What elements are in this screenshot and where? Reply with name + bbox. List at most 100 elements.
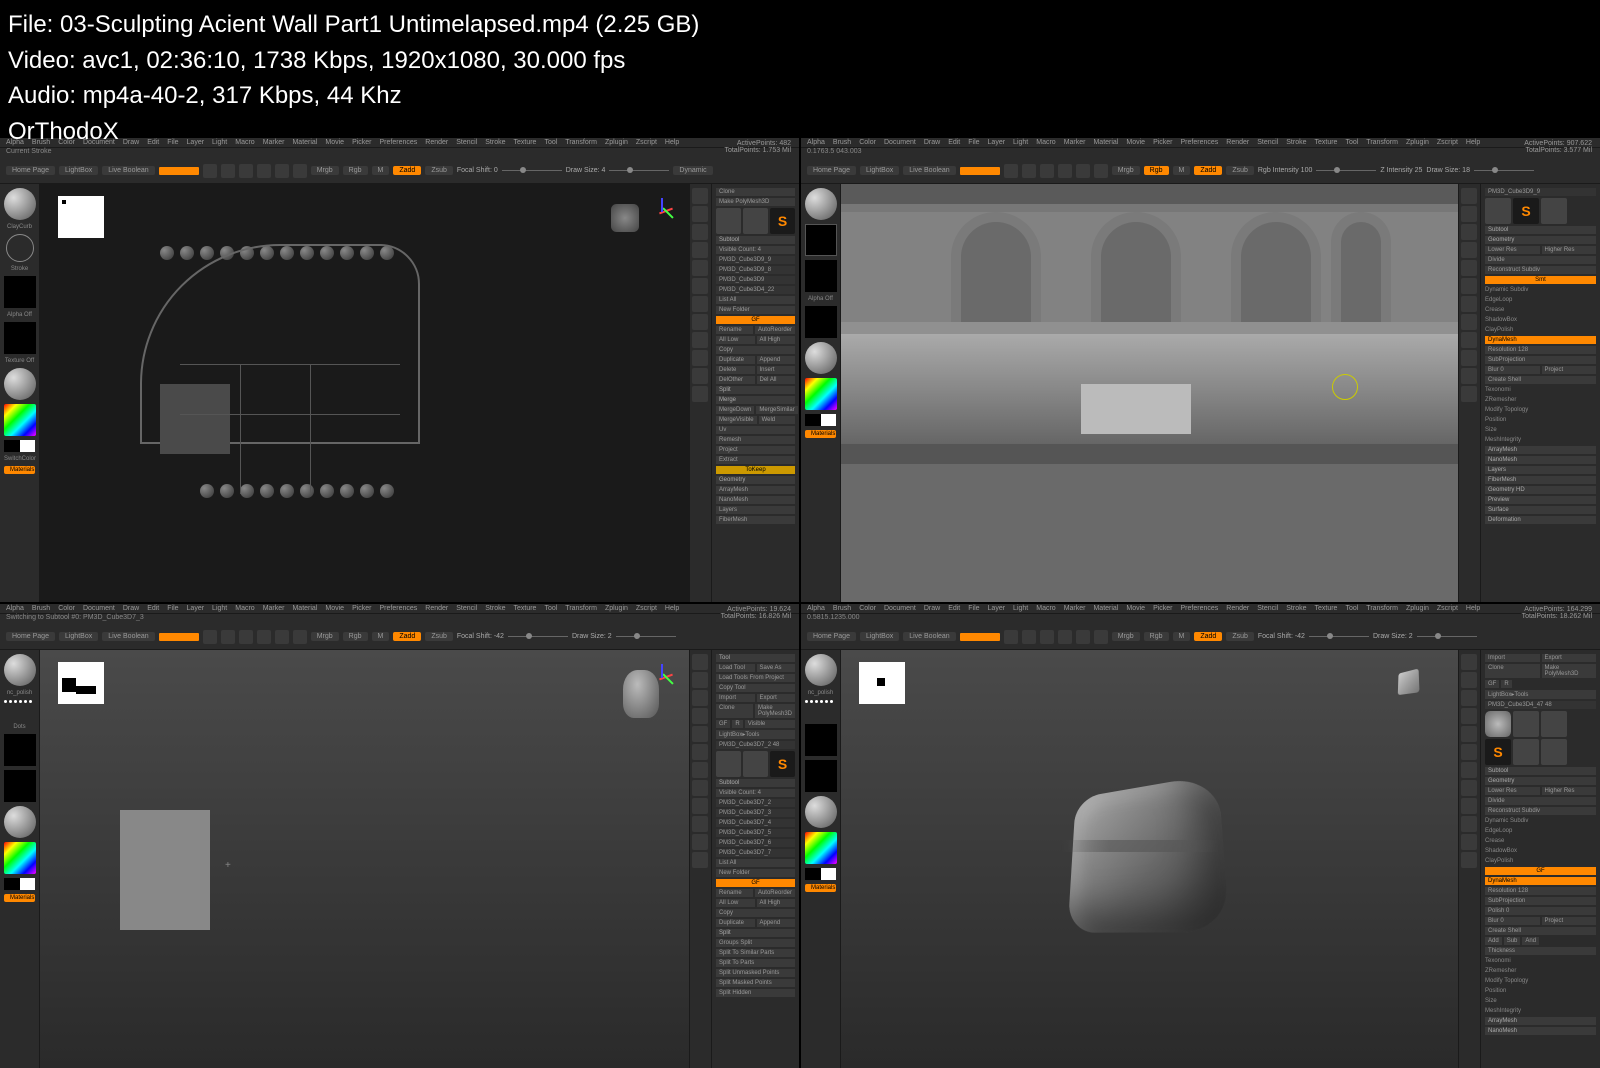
right-nav-strip[interactable] [689,184,711,602]
main-toolbar[interactable]: Home Page LightBox Live Boolean Mrgb Rgb… [0,624,799,650]
sculpt-object-top-view [140,244,420,524]
file-info-overlay: File: 03-Sculpting Acient Wall Part1 Unt… [8,8,699,150]
mrgb-button[interactable]: Mrgb [311,166,339,175]
dynamic-button[interactable]: Dynamic [673,166,712,175]
edit-icon[interactable] [221,164,235,178]
rotate-icon[interactable] [293,164,307,178]
highlight-selection [1081,384,1191,434]
solo-icon[interactable] [692,386,708,402]
left-tool-tray[interactable]: nc_polish Materials [801,650,841,1068]
texture-thumbnail[interactable] [4,322,36,354]
transp-icon[interactable] [692,350,708,366]
smt-button[interactable]: Smt [1485,276,1596,284]
rgb-button[interactable]: Rgb [343,166,368,175]
ghost-icon[interactable] [692,368,708,384]
axis-gizmo[interactable] [645,196,677,228]
simplebrush-icon[interactable]: S [770,208,795,234]
tool-panel[interactable]: PM3D_Cube3D9_9 S Subtool Geometry Lower … [1480,184,1600,602]
material-thumbnail[interactable] [4,368,36,400]
main-toolbar[interactable]: Home Page LightBox Live Boolean Mrgb Rgb… [801,624,1600,650]
subtool-item[interactable]: PM3D_Cube3D9_9 [716,256,795,264]
tool-thumb[interactable] [716,208,741,234]
draw-icon[interactable] [239,164,253,178]
zsub-button[interactable]: Zsub [425,166,453,175]
m-button[interactable]: M [372,166,390,175]
zadd-button[interactable]: Zadd [393,166,421,175]
quicksave-indicator [159,167,199,175]
materials-button[interactable]: Materials [4,466,35,474]
status-bar: Switching to Subtool #0: PM3D_Cube3D7_3 [0,614,799,624]
zoom-icon[interactable] [692,224,708,240]
local-icon[interactable] [692,296,708,312]
file-line: File: 03-Sculpting Acient Wall Part1 Unt… [8,8,699,42]
tool-thumb-rock[interactable] [1485,711,1511,737]
brush-thumbnail[interactable] [4,188,36,220]
color-picker[interactable] [4,404,36,436]
move-nav-icon[interactable] [692,206,708,222]
sculpt-object-front-view [841,184,1458,602]
viewport-canvas[interactable] [841,650,1458,1068]
scale-icon[interactable] [275,164,289,178]
stroke-icon[interactable] [805,224,837,256]
stroke-icon[interactable] [6,234,34,262]
alpha-thumbnail[interactable] [4,276,36,308]
bpr-icon[interactable] [203,164,217,178]
viewport-panel-1: AlphaBrushColorDocumentDrawEditFileLayer… [0,138,799,602]
tool-panel[interactable]: ImportExport CloneMake PolyMesh3D GFR Li… [1480,650,1600,1068]
frame-icon[interactable] [692,188,708,204]
focal-shift-slider[interactable]: Focal Shift: 0 [457,167,562,174]
left-tool-tray[interactable]: Alpha Off Materials [801,184,841,602]
status-bar: 0.1763.5 043.003 [801,148,1600,158]
rotate-nav-icon[interactable] [692,242,708,258]
floor-cube-gizmo[interactable] [1396,670,1428,702]
cursor-crosshair: + [225,860,231,871]
reference-head [623,670,659,718]
gf-button[interactable]: GF [716,316,795,324]
tool-panel[interactable]: Clone Make PolyMesh3D S Subtool Visible … [711,184,799,602]
dynamesh-section[interactable]: DynaMesh [1485,336,1596,344]
menubar[interactable]: AlphaBrushColorDocumentDrawEditFileLayer… [0,604,799,614]
dots-stroke-icon[interactable] [805,700,833,720]
subtool-item[interactable]: PM3D_Cube3D9 [716,276,795,284]
subtool-item[interactable]: PM3D_Cube3D4_22 [716,286,795,294]
xpose-icon[interactable] [692,314,708,330]
alpha-preview [58,196,104,238]
dynamesh-section[interactable]: DynaMesh [1485,877,1596,885]
menubar[interactable]: AlphaBrushColorDocumentDrawEditFileLayer… [801,138,1600,148]
main-toolbar[interactable]: Home Page LightBox Live Boolean Mrgb Rgb… [801,158,1600,184]
color-swatch[interactable] [4,440,35,452]
floor-gizmo [611,204,639,232]
viewport-canvas[interactable]: + [40,650,689,1068]
viewport-panel-4: AlphaBrushColorDocumentDrawEditFileLayer… [801,604,1600,1068]
draw-size-slider[interactable]: Draw Size: 4 [566,167,670,174]
left-tool-tray[interactable]: nc_polish Dots Materials [0,650,40,1068]
quad-view-grid: AlphaBrushColorDocumentDrawEditFileLayer… [0,138,1600,1068]
viewport-canvas[interactable] [40,184,689,602]
polycount-stats: ActivePoints: 482 TotalPoints: 1.753 Mil [724,140,791,154]
left-tool-tray[interactable]: ClayCurb Stroke Alpha Off Texture Off Sw… [0,184,40,602]
brush-cursor [1332,374,1358,400]
viewport-panel-3: AlphaBrushColorDocumentDrawEditFileLayer… [0,604,799,1068]
lightbox-button[interactable]: LightBox [59,166,98,175]
brush-label: ClayCurb [4,224,35,230]
tool-panel[interactable]: Tool Load ToolSave As Load Tools From Pr… [711,650,799,1068]
status-bar: 0.5815.1235.000 [801,614,1600,624]
viewport-panel-2: AlphaBrushColorDocumentDrawEditFileLayer… [801,138,1600,602]
sculpt-rock [1061,780,1221,930]
gf-button[interactable]: GF [1485,867,1596,875]
tokeep-button[interactable]: ToKeep [716,466,795,474]
move-icon[interactable] [257,164,271,178]
viewport-canvas[interactable] [841,184,1458,602]
live-boolean-button[interactable]: Live Boolean [102,166,154,175]
persp-icon[interactable] [692,260,708,276]
video-line: Video: avc1, 02:36:10, 1738 Kbps, 1920x1… [8,44,699,78]
polyf-icon[interactable] [692,332,708,348]
floor-icon[interactable] [692,278,708,294]
home-button[interactable]: Home Page [6,166,55,175]
subtool-item[interactable]: PM3D_Cube3D9_8 [716,266,795,274]
dots-stroke-icon[interactable] [4,700,32,720]
author-line: OrThodoX [8,115,699,149]
audio-line: Audio: mp4a-40-2, 317 Kbps, 44 Khz [8,79,699,113]
menubar[interactable]: AlphaBrushColorDocumentDrawEditFileLayer… [801,604,1600,614]
main-toolbar[interactable]: Home Page LightBox Live Boolean Mrgb Rgb… [0,158,799,184]
